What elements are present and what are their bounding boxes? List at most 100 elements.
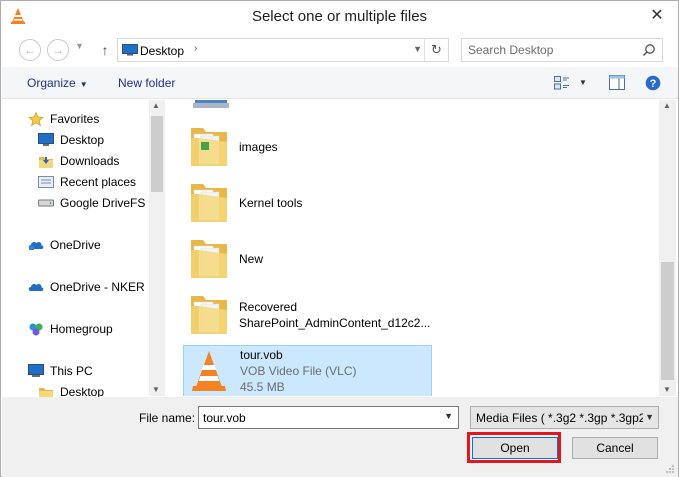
computer-icon [28, 364, 44, 377]
cancel-label: Cancel [596, 441, 634, 455]
chevron-right-icon[interactable]: › [194, 43, 197, 54]
close-button[interactable]: ✕ [642, 4, 672, 26]
search-box[interactable] [461, 38, 663, 62]
recent-places-icon [38, 176, 54, 188]
nav-this-pc[interactable]: This PC [28, 362, 93, 380]
command-toolbar: Organize ▼ New folder ▼ ? [2, 67, 678, 99]
chevron-down-icon[interactable]: ▼ [663, 385, 671, 394]
file-list-scrollbar[interactable]: ▲ ▼ [659, 100, 676, 396]
file-dialog-window: Select one or multiple files ✕ ← → ▼ ↑ D… [0, 0, 679, 477]
chevron-down-icon[interactable]: ▼ [444, 411, 453, 421]
nav-scrollbar[interactable]: ▲ ▼ [149, 100, 165, 396]
folder-icon [190, 239, 228, 279]
desktop-icon [38, 133, 54, 146]
downloads-icon [39, 157, 53, 168]
dialog-footer: File name: ▼ Media Files ( *.3g2 *.3gp *… [2, 397, 678, 477]
file-name-input[interactable] [203, 410, 433, 425]
nav-item-downloads[interactable]: Downloads [38, 152, 119, 170]
computer-icon [193, 100, 229, 108]
chevron-down-icon[interactable]: ▼ [579, 78, 587, 87]
file-list-scroll-thumb[interactable] [661, 262, 674, 380]
nav-onedrive-nker[interactable]: OneDrive - NKER [28, 278, 145, 296]
file-list: images Kernel tools New Recovered ShareP… [167, 100, 659, 396]
help-icon[interactable]: ? [645, 75, 661, 91]
onedrive-icon [28, 241, 44, 250]
chevron-down-icon: ▼ [75, 41, 84, 51]
file-name: Kernel tools [239, 196, 303, 210]
nav-favorites[interactable]: Favorites [28, 110, 99, 128]
list-item[interactable]: images [183, 120, 433, 172]
refresh-icon: ↻ [431, 42, 442, 57]
nav-onedrive[interactable]: OneDrive [28, 236, 101, 254]
desktop-icon [122, 44, 138, 56]
open-button[interactable]: Open [472, 437, 558, 459]
organize-button[interactable]: Organize ▼ [27, 76, 88, 90]
file-type-value: Media Files ( *.3g2 *.3gp *.3gp2 [476, 411, 646, 425]
view-options-icon[interactable] [554, 76, 570, 90]
file-name-label: File name: [139, 411, 196, 425]
nav-item-label: Downloads [60, 154, 120, 168]
arrow-left-icon: ← [24, 43, 36, 57]
file-type-select[interactable]: Media Files ( *.3g2 *.3gp *.3gp2 ▼ [470, 406, 659, 429]
file-name: images [239, 140, 278, 154]
back-button[interactable]: ← [19, 39, 41, 61]
navigation-pane: Favorites Desktop Downloads Recent place… [2, 100, 165, 399]
close-icon: ✕ [650, 7, 664, 24]
cancel-button[interactable]: Cancel [572, 437, 658, 459]
window-title: Select one or multiple files [251, 8, 428, 25]
refresh-button[interactable]: ↻ [424, 39, 448, 61]
nav-homegroup-label: Homegroup [50, 322, 113, 336]
chevron-up-icon[interactable]: ▲ [663, 101, 671, 110]
list-item[interactable]: Kernel tools [183, 176, 433, 228]
open-label: Open [500, 441, 530, 455]
chevron-down-icon[interactable]: ▼ [643, 412, 654, 422]
file-type: VOB Video File (VLC) [240, 364, 357, 378]
search-icon[interactable] [642, 43, 656, 57]
chevron-down-icon[interactable]: ▼ [413, 44, 422, 54]
new-folder-button[interactable]: New folder [118, 76, 175, 90]
file-name-combobox[interactable]: ▼ [198, 406, 459, 429]
new-folder-label: New folder [118, 76, 176, 90]
list-item-selected[interactable]: tour.vob VOB Video File (VLC) 45.5 MB [183, 345, 432, 396]
star-icon [28, 112, 44, 126]
nav-scroll-thumb[interactable] [151, 116, 163, 192]
nav-favorites-label: Favorites [50, 112, 100, 126]
chevron-up-icon[interactable]: ▲ [152, 101, 160, 110]
chevron-down-icon[interactable]: ▼ [152, 385, 160, 394]
nav-item-label: Desktop [60, 133, 105, 147]
nav-item-google-drivefs[interactable]: Google DriveFS [38, 194, 145, 212]
address-path[interactable]: Desktop [140, 44, 184, 58]
resize-grip-icon[interactable] [665, 464, 675, 474]
list-item[interactable]: Recovered SharePoint_AdminContent_d12c2.… [183, 288, 433, 340]
folder-icon [190, 183, 228, 223]
list-item[interactable]: New [183, 232, 433, 284]
file-name: tour.vob [240, 348, 283, 362]
svg-text:?: ? [650, 78, 657, 90]
nav-onedrive-nker-label: OneDrive - NKER [50, 280, 145, 294]
file-name-line2: SharePoint_AdminContent_d12c2... [239, 316, 431, 330]
nav-item-desktop[interactable]: Desktop [38, 131, 104, 149]
chevron-down-icon: ▼ [79, 80, 88, 89]
address-row: ← → ▼ ↑ Desktop › ▼ ↻ [1, 35, 678, 65]
nav-item-recent-places[interactable]: Recent places [38, 173, 136, 191]
file-name: New [239, 252, 264, 266]
nav-this-pc-label: This PC [50, 364, 93, 378]
address-bar[interactable]: Desktop › ▼ ↻ [117, 38, 449, 62]
forward-button[interactable]: → [47, 39, 69, 61]
recent-locations-dropdown[interactable]: ▼ [75, 41, 84, 51]
preview-pane-icon[interactable] [609, 75, 625, 90]
up-button[interactable]: ↑ [97, 39, 113, 61]
nav-homegroup[interactable]: Homegroup [28, 320, 113, 338]
organize-label: Organize [27, 76, 76, 90]
nav-item-label: Recent places [60, 175, 137, 189]
search-input[interactable] [468, 42, 638, 58]
arrow-up-icon: ↑ [101, 42, 109, 58]
file-name: Recovered [239, 300, 298, 314]
homegroup-icon [29, 323, 43, 336]
folder-icon [190, 295, 228, 335]
vlc-icon [192, 351, 226, 391]
nav-item-label: Google DriveFS [60, 196, 146, 210]
onedrive-cloud-icon [28, 283, 44, 291]
file-size: 45.5 MB [240, 380, 285, 394]
arrow-right-icon: → [52, 43, 64, 57]
